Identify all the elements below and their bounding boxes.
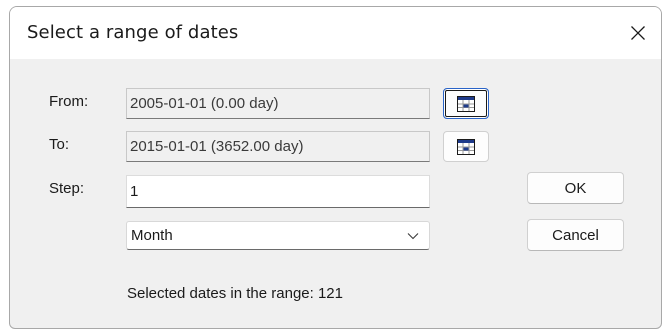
chevron-down-icon bbox=[407, 232, 419, 239]
step-label: Step: bbox=[49, 180, 85, 197]
selected-dates-summary: Selected dates in the range: 121 bbox=[127, 285, 343, 302]
step-value: 1 bbox=[130, 183, 139, 200]
to-date-value: 2015-01-01 (3652.00 day) bbox=[130, 138, 304, 155]
to-calendar-button[interactable] bbox=[443, 131, 489, 162]
cancel-button[interactable]: Cancel bbox=[527, 219, 624, 251]
calendar-icon bbox=[457, 138, 475, 155]
to-label: To: bbox=[49, 136, 70, 153]
close-button[interactable] bbox=[615, 7, 661, 59]
step-unit-select[interactable]: Month bbox=[126, 221, 430, 250]
dialog-title: Select a range of dates bbox=[27, 22, 239, 43]
from-date-field[interactable]: 2005-01-01 (0.00 day) bbox=[126, 88, 430, 119]
ok-button[interactable]: OK bbox=[527, 172, 624, 204]
to-date-field[interactable]: 2015-01-01 (3652.00 day) bbox=[126, 131, 430, 162]
date-range-dialog: Select a range of dates From: 2005-01-01… bbox=[9, 6, 662, 329]
calendar-icon bbox=[457, 95, 475, 112]
from-date-value: 2005-01-01 (0.00 day) bbox=[130, 95, 279, 112]
close-icon bbox=[631, 26, 645, 40]
from-calendar-button[interactable] bbox=[443, 88, 489, 119]
step-unit-value: Month bbox=[131, 227, 173, 244]
title-bar[interactable]: Select a range of dates bbox=[10, 7, 661, 59]
from-label: From: bbox=[49, 93, 89, 110]
step-input[interactable]: 1 bbox=[126, 175, 430, 208]
